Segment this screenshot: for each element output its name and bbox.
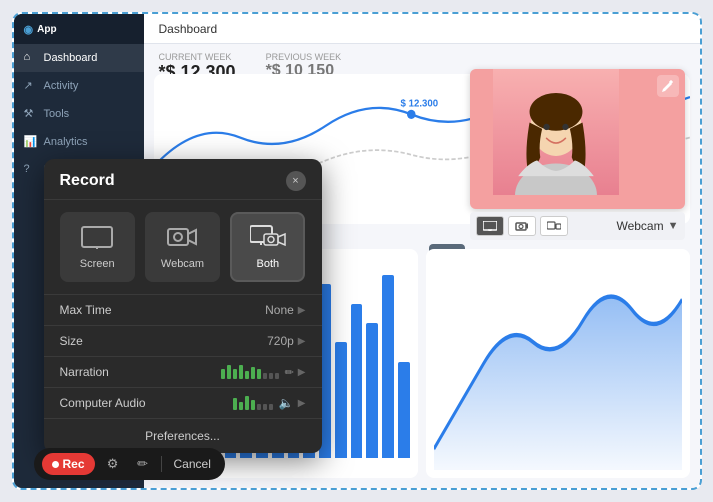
settings-button[interactable]: ⚙ [101,452,125,476]
speaker-icon[interactable]: 🔈 [279,396,294,410]
source-selector-bar[interactable]: Webcam ▼ [470,212,685,240]
max-time-arrow[interactable]: ▶ [298,305,306,316]
main-frame: ◉ App ⌂ Dashboard ↗ Activity ⚒ Tools 📊 A… [12,12,702,490]
tools-icon: ⚒ [24,107,38,121]
camera-icon-small [515,221,529,231]
max-time-row: Max Time None ▶ [44,294,322,325]
source-type-screen[interactable]: Screen [60,212,135,282]
audio-bar-7 [269,404,273,410]
pencil-button[interactable]: ✏ [131,452,155,476]
audio-volume-bars [233,396,273,410]
both-icon [250,224,286,252]
size-label: Size [60,334,268,348]
activity-icon: ↗ [24,79,38,93]
vol-bar-6 [251,367,255,379]
pencil-icon [662,80,674,92]
source-type-buttons: Screen Webcam [44,200,322,294]
cancel-button[interactable]: Cancel [168,453,217,475]
webcam-icon [164,224,200,252]
webcam-label: Webcam [572,219,664,233]
rec-label: Rec [63,457,85,471]
sidebar-item-activity[interactable]: ↗ Activity [14,72,144,100]
record-button[interactable]: Rec [42,453,95,475]
bar-13 [366,323,378,458]
sidebar-item-analytics[interactable]: 📊 Analytics [14,128,144,156]
bar-15 [398,362,410,459]
narration-arrow[interactable]: ▶ [298,367,306,378]
src-btn-screen[interactable] [476,216,504,236]
max-time-value: None [265,303,294,317]
audio-bar-4 [251,400,255,410]
size-arrow[interactable]: ▶ [298,336,306,347]
audio-arrow[interactable]: ▶ [298,398,306,409]
src-btn-display[interactable] [540,216,568,236]
sidebar-item-dashboard[interactable]: ⌂ Dashboard [14,44,144,72]
src-btn-webcam[interactable] [508,216,536,236]
vol-bar-7 [257,369,261,379]
screen-icon [79,224,115,252]
area-chart-svg [434,257,682,470]
narration-label: Narration [60,365,221,379]
record-modal: Record × Screen [44,159,322,453]
screen-btn-label: Screen [80,258,115,270]
toolbar-divider [161,456,162,472]
both-btn-label: Both [257,258,280,270]
vol-bar-5 [245,371,249,379]
sidebar-logo: ◉ App [14,14,144,44]
vol-bar-10 [275,373,279,379]
narration-volume-bars [221,365,279,379]
audio-bar-6 [263,404,267,410]
analytics-icon: 📊 [24,135,38,149]
webcam-preview [470,69,685,209]
current-week-label: Current week [159,52,236,62]
help-icon: ? [24,163,38,177]
bottom-toolbar: Rec ⚙ ✏ Cancel [34,448,225,480]
person-illustration [470,69,642,195]
vol-bar-4 [239,365,243,379]
source-type-both[interactable]: Both [230,212,305,282]
vol-bar-1 [221,369,225,379]
bar-14 [382,275,394,458]
computer-audio-row: Computer Audio 🔈 ▶ [44,387,322,418]
vol-bar-8 [263,373,267,379]
vol-bar-2 [227,365,231,379]
bar-11 [335,342,347,458]
max-time-label: Max Time [60,303,266,317]
audio-bar-1 [233,398,237,410]
webcam-btn-label: Webcam [161,258,204,270]
sidebar-item-tools[interactable]: ⚒ Tools [14,100,144,128]
audio-bar-2 [239,402,243,410]
audio-bar-3 [245,396,249,410]
size-row: Size 720p ▶ [44,325,322,356]
modal-close-button[interactable]: × [286,171,306,191]
monitor-icon [483,221,497,231]
narration-pencil-icon[interactable]: ✏ [285,366,294,379]
previous-week-label: Previous week [266,52,342,62]
modal-title: Record [60,172,115,190]
webcam-dropdown[interactable]: ▼ [668,220,679,232]
vol-bar-9 [269,373,273,379]
source-type-webcam[interactable]: Webcam [145,212,220,282]
top-bar: Dashboard [144,14,700,44]
svg-text:$ 12.300: $ 12.300 [400,98,438,109]
modal-header: Record × [44,159,322,200]
display-icon [547,221,561,231]
size-value: 720p [267,334,294,348]
computer-audio-label: Computer Audio [60,396,233,410]
home-icon: ⌂ [24,51,38,65]
bar-12 [351,304,363,458]
webcam-edit-button[interactable] [657,75,679,97]
audio-bar-5 [257,404,261,410]
area-chart-box [426,249,690,478]
rec-dot [52,461,59,468]
vol-bar-3 [233,369,237,379]
page-title: Dashboard [159,22,218,36]
narration-row: Narration ✏ ▶ [44,356,322,387]
